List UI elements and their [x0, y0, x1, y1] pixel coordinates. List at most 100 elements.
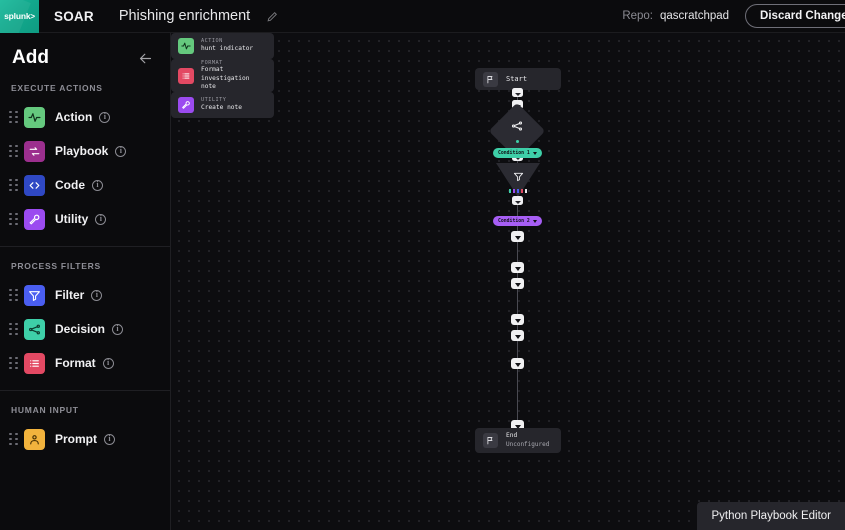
info-icon[interactable]: i: [115, 145, 127, 157]
drag-handle-icon[interactable]: [9, 356, 18, 370]
node-decision[interactable]: [497, 111, 537, 151]
condition-2-label: Condition 2: [498, 218, 530, 224]
node-format[interactable]: FORMAT Format investigation note: [171, 59, 274, 92]
pencil-icon[interactable]: [263, 7, 281, 25]
connector-port[interactable]: [511, 262, 524, 273]
chevron-down-icon: [532, 151, 537, 155]
drag-handle-icon[interactable]: [9, 212, 18, 226]
sidebar-item-format[interactable]: Format i: [0, 349, 170, 377]
sidebar-section-execute-actions: EXECUTE ACTIONS Action i Playbook i Code…: [0, 69, 170, 233]
info-icon[interactable]: i: [112, 323, 124, 335]
list-icon: [178, 67, 194, 84]
node-filter[interactable]: [496, 169, 540, 193]
drag-handle-icon[interactable]: [9, 432, 18, 446]
connector-port[interactable]: [511, 314, 524, 325]
page-title: Phishing enrichment: [118, 8, 251, 24]
node-action[interactable]: ACTION hunt indicator: [171, 33, 274, 59]
connector-port[interactable]: [511, 330, 524, 341]
condition-2-pill[interactable]: Condition 2: [493, 216, 542, 226]
discard-changes-button[interactable]: Discard Changes: [745, 4, 845, 28]
condition-1-pill[interactable]: Condition 1: [493, 148, 542, 158]
sidebar-item-label: Playbook: [55, 144, 109, 158]
drag-handle-icon[interactable]: [9, 322, 18, 336]
branch-icon: [24, 318, 45, 340]
branch-icon: [511, 119, 523, 137]
add-block-sidebar: Add EXECUTE ACTIONS Action i Playbook i …: [0, 33, 171, 530]
sidebar-header: Add: [0, 33, 170, 69]
splunk-logo-text: splunk>: [4, 11, 35, 21]
drag-handle-icon[interactable]: [9, 178, 18, 192]
python-playbook-editor-button[interactable]: Python Playbook Editor: [697, 502, 845, 530]
info-icon[interactable]: i: [102, 357, 114, 369]
list-icon: [24, 352, 45, 374]
playbook-canvas[interactable]: Start Condition 1 Condition 2 ACTION hun…: [171, 33, 845, 530]
connector-port[interactable]: [512, 196, 523, 205]
sidebar-item-utility[interactable]: Utility i: [0, 205, 170, 233]
repo-value: qascratchpad: [660, 10, 730, 22]
app-name[interactable]: SOAR: [54, 9, 94, 24]
filter-color-dots: [508, 189, 528, 193]
sidebar-item-prompt[interactable]: Prompt i: [0, 425, 170, 453]
info-icon[interactable]: i: [91, 289, 103, 301]
connector-port[interactable]: [511, 358, 524, 369]
end-label: End: [506, 431, 518, 439]
flag-icon: [483, 433, 498, 448]
sidebar-item-label: Action: [55, 110, 93, 124]
app-header: splunk> SOAR Phishing enrichment Repo: q…: [0, 0, 845, 33]
node-name-label: Format investigation note: [201, 66, 250, 91]
node-name-label: hunt indicator: [201, 45, 254, 53]
drag-handle-icon[interactable]: [9, 110, 18, 124]
connector-port[interactable]: [511, 278, 524, 289]
sidebar-item-label: Prompt: [55, 432, 97, 446]
decision-status-dot: [515, 140, 519, 143]
sidebar-item-action[interactable]: Action i: [0, 103, 170, 131]
flag-icon: [483, 71, 498, 87]
node-kind-label: ACTION: [201, 38, 223, 45]
funnel-icon: [24, 284, 45, 306]
condition-1-label: Condition 1: [498, 150, 530, 156]
arrow-left-icon[interactable]: [134, 47, 156, 69]
sidebar-category-label: EXECUTE ACTIONS: [11, 83, 103, 93]
pulse-icon: [178, 38, 194, 54]
node-end[interactable]: End Unconfigured: [475, 428, 561, 453]
connector-port[interactable]: [512, 88, 523, 97]
sidebar-item-label: Code: [55, 178, 85, 192]
sidebar-section-process-filters: PROCESS FILTERS Filter i Decision i Form…: [0, 247, 170, 377]
wrench-icon: [24, 208, 45, 230]
sidebar-title: Add: [12, 47, 49, 68]
node-start[interactable]: Start: [475, 68, 561, 90]
node-kind-label: FORMAT: [201, 59, 223, 66]
node-kind-label: UTILITY: [201, 97, 227, 104]
funnel-icon: [513, 169, 524, 187]
chevron-down-icon: [532, 219, 537, 223]
sidebar-item-code[interactable]: Code i: [0, 171, 170, 199]
wrench-icon: [178, 97, 194, 113]
splunk-logo[interactable]: splunk>: [0, 0, 39, 33]
code-icon: [24, 174, 45, 196]
sidebar-item-label: Filter: [55, 288, 85, 302]
sidebar-category-label: HUMAN INPUT: [11, 405, 79, 415]
info-icon[interactable]: i: [104, 433, 115, 445]
sidebar-item-label: Format: [55, 356, 96, 370]
connector-port[interactable]: [511, 231, 524, 242]
node-utility[interactable]: UTILITY Create note: [171, 92, 274, 118]
person-icon: [24, 428, 45, 450]
sidebar-item-decision[interactable]: Decision i: [0, 315, 170, 343]
drag-handle-icon[interactable]: [9, 144, 18, 158]
repo-label: Repo:: [622, 10, 653, 22]
info-icon[interactable]: i: [99, 111, 111, 123]
start-label: Start: [506, 75, 528, 83]
sidebar-item-filter[interactable]: Filter i: [0, 281, 170, 309]
sidebar-item-playbook[interactable]: Playbook i: [0, 137, 170, 165]
node-name-label: Create note: [201, 104, 242, 112]
end-sublabel: Unconfigured: [506, 440, 550, 448]
info-icon[interactable]: i: [92, 179, 103, 191]
pulse-icon: [24, 106, 45, 128]
repo-indicator: Repo: qascratchpad: [622, 10, 729, 22]
drag-handle-icon[interactable]: [9, 288, 18, 302]
sidebar-item-label: Decision: [55, 322, 106, 336]
sidebar-item-label: Utility: [55, 212, 89, 226]
sidebar-category-label: PROCESS FILTERS: [11, 261, 101, 271]
sidebar-section-human-input: HUMAN INPUT Prompt i: [0, 391, 170, 453]
info-icon[interactable]: i: [95, 213, 107, 225]
